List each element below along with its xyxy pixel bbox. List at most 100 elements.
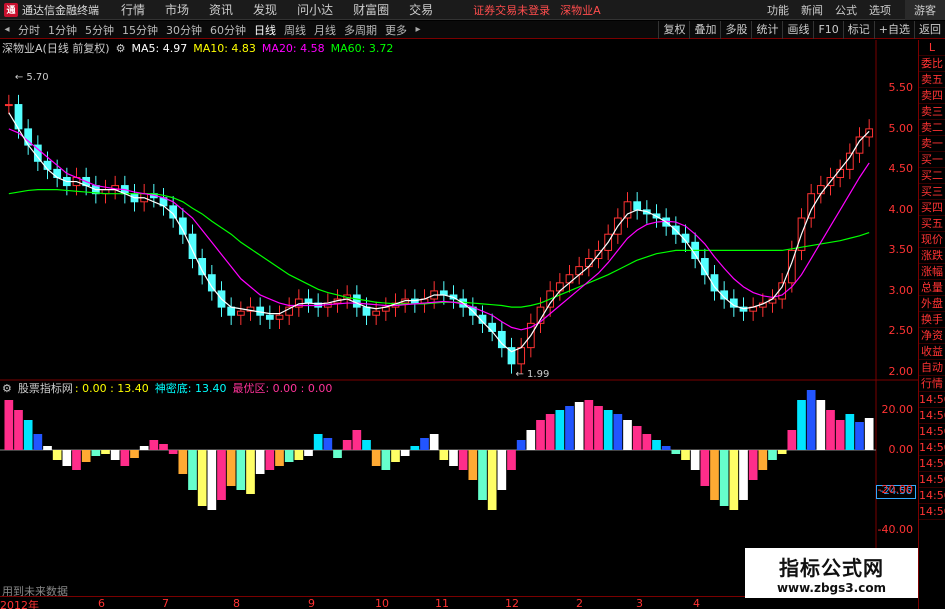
indicator-bar-72 (700, 450, 710, 486)
indicator-bar-21 (207, 450, 217, 510)
side-panel-item-0[interactable]: L (919, 40, 945, 56)
indicator-bar-7 (72, 450, 81, 470)
right-menu: 功能 新闻 公式 选项 (761, 0, 897, 20)
side-panel-item-6[interactable]: 卖一 (919, 136, 945, 152)
side-panel-item-24[interactable]: 14:50 (919, 424, 945, 440)
side-panel-item-20[interactable]: 自动 (919, 360, 945, 376)
menu-item-5[interactable]: 财富圈 (343, 1, 399, 18)
candle-body-86 (836, 168, 845, 178)
indicator-bar-68 (661, 446, 671, 450)
tool-button-0[interactable]: 复权 (658, 21, 689, 39)
menu-item-0[interactable]: 行情 (111, 1, 155, 18)
tool-button-4[interactable]: 画线 (782, 21, 813, 39)
right-menu-item-2[interactable]: 公式 (829, 2, 863, 18)
side-panel-item-14[interactable]: 涨幅 (919, 264, 945, 280)
ma60-line (8, 189, 870, 308)
indicator-bar-77 (748, 450, 758, 480)
period-tab-1[interactable]: 1分钟 (44, 24, 81, 37)
right-menu-item-3[interactable]: 选项 (863, 2, 897, 18)
guest-button[interactable]: 游客 (905, 0, 945, 20)
kline-chart-area[interactable]: ← 5.70 ← 1.99 (0, 40, 918, 596)
indicator-bar-16 (159, 444, 168, 450)
period-tab-6[interactable]: 日线 (250, 24, 280, 37)
side-panel-item-18[interactable]: 净资 (919, 328, 945, 344)
side-panel-item-28[interactable]: 14:50 (919, 488, 945, 504)
side-panel-item-17[interactable]: 换手 (919, 312, 945, 328)
broker-login-status[interactable]: 证券交易未登录 (473, 2, 550, 18)
ma20-line (8, 128, 870, 331)
side-panel-item-13[interactable]: 涨跌 (919, 248, 945, 264)
candle-body-60 (584, 258, 593, 268)
indicator-bar-42 (410, 446, 420, 450)
tool-button-3[interactable]: 统计 (751, 21, 782, 39)
stock-title: 深物业A (560, 3, 601, 17)
chevron-left-icon[interactable]: ◂ (0, 24, 14, 35)
side-panel-item-19[interactable]: 收益 (919, 344, 945, 360)
tool-button-1[interactable]: 叠加 (689, 21, 720, 39)
period-tab-10[interactable]: 更多 (381, 24, 411, 37)
side-panel-item-8[interactable]: 买二 (919, 168, 945, 184)
period-tab-3[interactable]: 15分钟 (118, 24, 162, 37)
indicator-bar-89 (864, 418, 874, 450)
right-menu-item-0[interactable]: 功能 (761, 2, 795, 18)
side-panel-item-1[interactable]: 委比 (919, 56, 945, 72)
side-panel-item-9[interactable]: 买三 (919, 184, 945, 200)
x-tick-9: 3 (636, 597, 643, 609)
period-tab-5[interactable]: 60分钟 (206, 24, 250, 37)
indicator-bar-59 (574, 402, 584, 450)
menu-item-2[interactable]: 资讯 (199, 1, 243, 18)
side-panel-item-15[interactable]: 总量 (919, 280, 945, 296)
indicator-bar-25 (246, 450, 255, 494)
indicator-bar-20 (197, 450, 207, 506)
period-tab-2[interactable]: 5分钟 (81, 24, 118, 37)
indicator-bar-32 (313, 434, 323, 450)
period-tab-7[interactable]: 周线 (280, 24, 310, 37)
side-panel-item-2[interactable]: 卖五 (919, 72, 945, 88)
tool-button-2[interactable]: 多股 (720, 21, 751, 39)
title-bar: 通 通达信金融终端 行情 市场 资讯 发现 问小达 财富圈 交易 证券交易未登录 深物业A … (0, 0, 945, 20)
period-tab-4[interactable]: 30分钟 (162, 24, 206, 37)
side-panel-item-7[interactable]: 买一 (919, 152, 945, 168)
indicator-bar-63 (613, 414, 623, 450)
indicator-bar-18 (178, 450, 188, 474)
side-panel-item-23[interactable]: 14:50 (919, 408, 945, 424)
side-panel-item-25[interactable]: 14:50 (919, 440, 945, 456)
indicator-bar-47 (458, 450, 468, 470)
chevron-right-icon[interactable]: ▸ (411, 24, 425, 35)
indicator-bar-74 (719, 450, 729, 506)
side-panel-item-21[interactable]: 行情 (919, 376, 945, 392)
indicator-bar-11 (110, 450, 120, 460)
side-panel-item-10[interactable]: 买四 (919, 200, 945, 216)
side-panel-item-29[interactable]: 14:50 (919, 504, 945, 520)
side-panel-item-5[interactable]: 卖二 (919, 120, 945, 136)
side-panel-item-27[interactable]: 14:50 (919, 472, 945, 488)
side-panel-item-12[interactable]: 现价 (919, 232, 945, 248)
indicator-bar-53 (516, 440, 526, 450)
tool-button-7[interactable]: +自选 (873, 21, 914, 39)
period-tab-0[interactable]: 分时 (14, 24, 44, 37)
tool-button-6[interactable]: 标记 (842, 21, 874, 39)
indicator-bar-46 (449, 450, 458, 466)
side-panel-item-4[interactable]: 卖三 (919, 104, 945, 120)
indicator-bar-78 (758, 450, 768, 470)
side-panel-item-22[interactable]: 14:50 (919, 392, 945, 408)
period-tab-8[interactable]: 月线 (310, 24, 340, 37)
menu-item-6[interactable]: 交易 (399, 1, 443, 18)
side-panel-item-11[interactable]: 买五 (919, 216, 945, 232)
side-panel-item-16[interactable]: 外盘 (919, 296, 945, 312)
tool-button-8[interactable]: 返回 (914, 21, 945, 39)
indicator-bar-51 (497, 450, 507, 490)
side-panel-item-3[interactable]: 卖四 (919, 88, 945, 104)
candle-body-31 (304, 298, 313, 304)
period-tab-9[interactable]: 多周期 (340, 24, 381, 37)
tool-button-5[interactable]: F10 (813, 21, 842, 39)
menu-item-1[interactable]: 市场 (155, 1, 199, 18)
side-panel-item-26[interactable]: 14:50 (919, 456, 945, 472)
menu-item-3[interactable]: 发现 (243, 1, 287, 18)
menu-item-4[interactable]: 问小达 (287, 1, 343, 18)
candle-body-53 (517, 347, 526, 365)
indicator-bar-10 (101, 450, 110, 454)
period-tabs: 分时 1分钟 5分钟 15分钟 30分钟 60分钟 日线 周线 月线 多周期 更多 (14, 22, 411, 38)
right-menu-item-1[interactable]: 新闻 (795, 2, 829, 18)
indicator-bar-19 (188, 450, 197, 490)
